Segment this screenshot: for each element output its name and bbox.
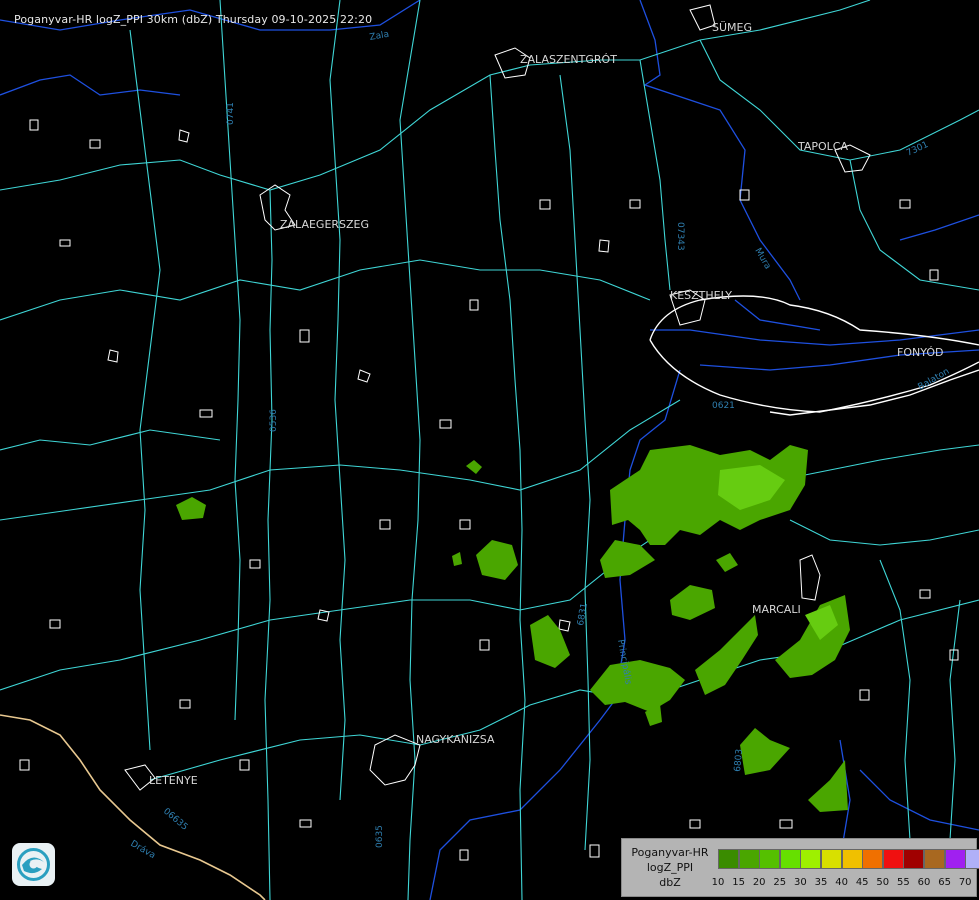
legend-tick-20: 20 xyxy=(752,877,766,888)
legend-swatch-50 xyxy=(882,849,904,869)
road-label-0536: 0536 xyxy=(269,409,279,432)
road-label-0635: 0635 xyxy=(375,825,385,848)
legend-swatch-30 xyxy=(800,849,822,869)
legend-tick-60: 60 xyxy=(917,877,931,888)
legend-tick-35: 35 xyxy=(814,877,828,888)
legend-tick-40: 40 xyxy=(835,877,848,888)
legend-product-name: logZ_PPI xyxy=(646,861,694,874)
legend-swatch-20 xyxy=(759,849,781,869)
city-label-letenye: LETENYE xyxy=(149,774,198,787)
road-label-6803: 6803 xyxy=(733,749,745,773)
road-label-0621: 0621 xyxy=(712,401,735,411)
city-label-zalaegerszeg: ZALAEGERSZEG xyxy=(280,218,369,231)
legend-tick-30: 30 xyxy=(794,877,807,888)
city-label-nagykanizsa: NAGYKANIZSA xyxy=(416,733,495,746)
city-label-keszthely: KESZTHELY xyxy=(670,289,732,302)
legend-tick-50: 50 xyxy=(876,877,890,888)
legend-swatch-55 xyxy=(903,849,925,869)
legend-tick-25: 25 xyxy=(773,877,787,888)
legend-tick-65: 65 xyxy=(938,877,951,888)
city-label-sumeg: SÜMEG xyxy=(712,21,752,34)
legend-tick-45: 45 xyxy=(855,877,869,888)
city-label-tapolca: TAPOLCA xyxy=(797,140,848,153)
city-label-marcali: MARCALI xyxy=(752,603,801,616)
legend-swatch-65 xyxy=(944,849,966,869)
legend-tick-55: 55 xyxy=(897,877,910,888)
legend-title: Poganyvar-HR logZ_PPI dbZ xyxy=(624,845,716,890)
city-label-zalaszentgrot: ZALASZENTGRÓT xyxy=(520,53,617,66)
legend-swatch-40 xyxy=(841,849,863,869)
city-label-fonyod: FONYÓD xyxy=(897,346,943,359)
legend-tick-15: 15 xyxy=(732,877,745,888)
legend-swatch-10 xyxy=(718,849,739,869)
legend-swatch-45 xyxy=(862,849,884,869)
legend-radar-name: Poganyvar-HR xyxy=(631,846,709,859)
radar-logo-icon xyxy=(12,843,55,886)
legend-swatch-60 xyxy=(924,849,945,869)
radar-map: SÜMEG ZALASZENTGRÓT TAPOLCA ZALAEGERSZEG… xyxy=(0,0,979,900)
legend-swatch-15 xyxy=(738,849,760,869)
legend-swatch-25 xyxy=(779,849,801,869)
map-title: Poganyvar-HR logZ_PPI 30km (dbZ) Thursda… xyxy=(14,13,373,26)
legend-swatch-70 xyxy=(965,849,979,869)
legend-swatch-35 xyxy=(821,849,842,869)
legend-tick-70: 70 xyxy=(958,877,972,888)
road-label-0741: 0741 xyxy=(226,102,236,125)
legend-unit: dbZ xyxy=(659,876,681,889)
legend-tick-10: 10 xyxy=(711,877,725,888)
road-label-07343: 07343 xyxy=(675,222,685,251)
dbz-legend: Poganyvar-HR logZ_PPI dbZ 10 15 20 25 30 35 40… xyxy=(621,838,979,897)
